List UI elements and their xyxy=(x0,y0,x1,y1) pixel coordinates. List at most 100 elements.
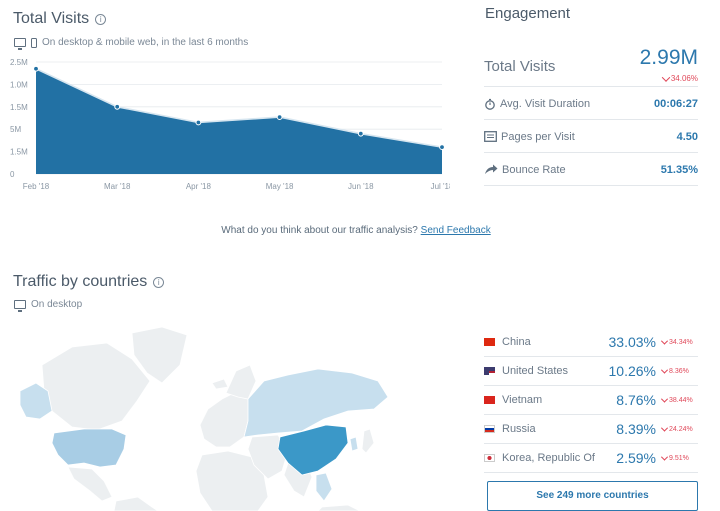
bounce-rate-label: Bounce Rate xyxy=(502,163,566,176)
map-vietnam xyxy=(315,472,333,502)
country-change: 9.51% xyxy=(660,453,698,462)
engagement-pages-row: Pages per Visit 4.50 xyxy=(484,121,698,153)
visits-point xyxy=(439,144,445,151)
change-value: 34.06% xyxy=(670,74,698,83)
visits-point xyxy=(114,103,121,110)
country-change-value: 9.51% xyxy=(669,454,689,462)
map-indonesia xyxy=(317,504,361,511)
y-tick-label: 5M xyxy=(10,125,21,134)
country-share: 8.39% xyxy=(616,421,656,437)
engagement-avg-duration-row: Avg. Visit Duration 00:06:27 xyxy=(484,88,698,120)
down-chevron-icon xyxy=(661,72,671,82)
vietnam-flag-icon xyxy=(484,396,495,404)
engagement-total-visits-change: 34.06% xyxy=(661,72,698,83)
info-icon[interactable]: i xyxy=(95,13,107,25)
x-tick-label: Feb '18 xyxy=(23,182,50,191)
total-visits-title: Total Visits i xyxy=(13,10,107,28)
feedback-bar: What do you think about our traffic anal… xyxy=(0,225,712,236)
x-tick-label: Mar '18 xyxy=(104,182,131,191)
desktop-icon xyxy=(14,300,26,312)
country-share: 33.03% xyxy=(608,334,656,350)
y-tick-label: 1.5M xyxy=(10,103,28,112)
y-tick-label: 1.0M xyxy=(10,80,28,89)
mobile-icon xyxy=(31,37,37,48)
total-visits-title-text: Total Visits xyxy=(13,10,90,27)
country-change-value: 38.44% xyxy=(669,396,693,404)
country-row-korea[interactable]: Korea, Republic Of 2.59% 9.51% xyxy=(484,444,698,473)
map-mexico xyxy=(67,466,113,502)
russia-flag-icon xyxy=(484,425,495,433)
visits-point xyxy=(357,130,364,137)
map-korea xyxy=(349,436,359,452)
x-tick-label: Apr '18 xyxy=(186,182,212,191)
x-tick-label: Jun '18 xyxy=(348,182,374,191)
country-change: 34.34% xyxy=(660,337,698,346)
country-row-russia[interactable]: Russia 8.39% 24.24% xyxy=(484,415,698,444)
country-share: 10.26% xyxy=(608,363,656,379)
map-south-america xyxy=(113,496,159,511)
engagement-title: Engagement xyxy=(485,5,571,22)
down-chevron-icon xyxy=(660,337,669,345)
china-flag-icon xyxy=(484,338,495,346)
y-tick-label: 2.5M xyxy=(10,58,28,67)
desktop-icon xyxy=(14,38,26,50)
country-change: 8.36% xyxy=(660,366,698,375)
send-feedback-link[interactable]: Send Feedback xyxy=(421,225,491,236)
pages-per-visit-value: 4.50 xyxy=(676,130,698,143)
country-name: Vietnam xyxy=(502,394,543,406)
bounce-rate-value: 51.35% xyxy=(660,163,698,176)
see-more-countries-button[interactable]: See 249 more countries xyxy=(487,481,698,511)
engagement-total-visits-row: Total Visits 2.99M 34.06% xyxy=(484,45,698,87)
info-icon[interactable]: i xyxy=(153,276,165,288)
map-iceland xyxy=(211,378,229,390)
country-row-vietnam[interactable]: Vietnam 8.76% 38.44% xyxy=(484,386,698,415)
korea-flag-icon xyxy=(484,454,495,462)
avg-duration-label: Avg. Visit Duration xyxy=(500,97,591,110)
total-visits-subtitle-text: On desktop & mobile web, in the last 6 m… xyxy=(42,37,249,48)
x-tick-label: Jul '18 xyxy=(431,182,450,191)
y-tick-label: 0 xyxy=(10,170,15,179)
x-tick-label: May '18 xyxy=(266,182,294,191)
down-chevron-icon xyxy=(660,453,669,461)
map-united-states xyxy=(51,428,127,468)
down-chevron-icon xyxy=(660,424,669,432)
total-visits-chart: 2.5M 1.0M 1.5M 5M 1.5M 0 Feb '18 Mar '18 Apr '18… xyxy=(10,58,450,191)
map-japan xyxy=(361,428,375,454)
engagement-total-visits-value: 2.99M xyxy=(639,45,698,69)
country-share: 8.76% xyxy=(616,392,656,408)
engagement-total-visits-label: Total Visits xyxy=(484,58,556,75)
map-canada xyxy=(41,342,151,431)
feedback-question: What do you think about our traffic anal… xyxy=(221,225,418,236)
pages-icon xyxy=(484,131,497,142)
countries-subtitle-text: On desktop xyxy=(31,299,83,310)
pages-per-visit-label: Pages per Visit xyxy=(501,130,575,143)
country-row-united-states[interactable]: United States 10.26% 8.36% xyxy=(484,357,698,386)
map-europe xyxy=(199,390,251,448)
map-scandinavia xyxy=(225,364,257,400)
world-map[interactable] xyxy=(12,325,392,511)
visits-point xyxy=(276,114,283,121)
country-name: Korea, Republic Of xyxy=(502,452,595,464)
bounce-arrow-icon xyxy=(485,164,498,174)
traffic-by-countries-title-text: Traffic by countries xyxy=(13,273,148,290)
map-russia xyxy=(243,368,389,438)
country-row-china[interactable]: China 33.03% 34.34% xyxy=(484,328,698,357)
total-visits-subtitle: On desktop & mobile web, in the last 6 m… xyxy=(14,37,249,50)
y-tick-label: 1.5M xyxy=(10,148,28,157)
country-change: 38.44% xyxy=(660,395,698,404)
country-name: Russia xyxy=(502,423,536,435)
avg-duration-value: 00:06:27 xyxy=(653,97,698,110)
visits-point xyxy=(33,65,39,72)
down-chevron-icon xyxy=(660,395,669,403)
visits-point xyxy=(195,119,202,126)
country-share: 2.59% xyxy=(616,450,656,466)
country-change: 24.24% xyxy=(660,424,698,433)
country-change-value: 24.24% xyxy=(669,425,693,433)
traffic-by-countries-title: Traffic by countries i xyxy=(13,273,165,291)
country-name: United States xyxy=(502,365,569,377)
down-chevron-icon xyxy=(660,366,669,374)
country-change-value: 34.34% xyxy=(669,338,693,346)
engagement-bounce-row: Bounce Rate 51.35% xyxy=(484,154,698,186)
country-name: China xyxy=(502,336,531,348)
stopwatch-icon xyxy=(485,98,495,110)
